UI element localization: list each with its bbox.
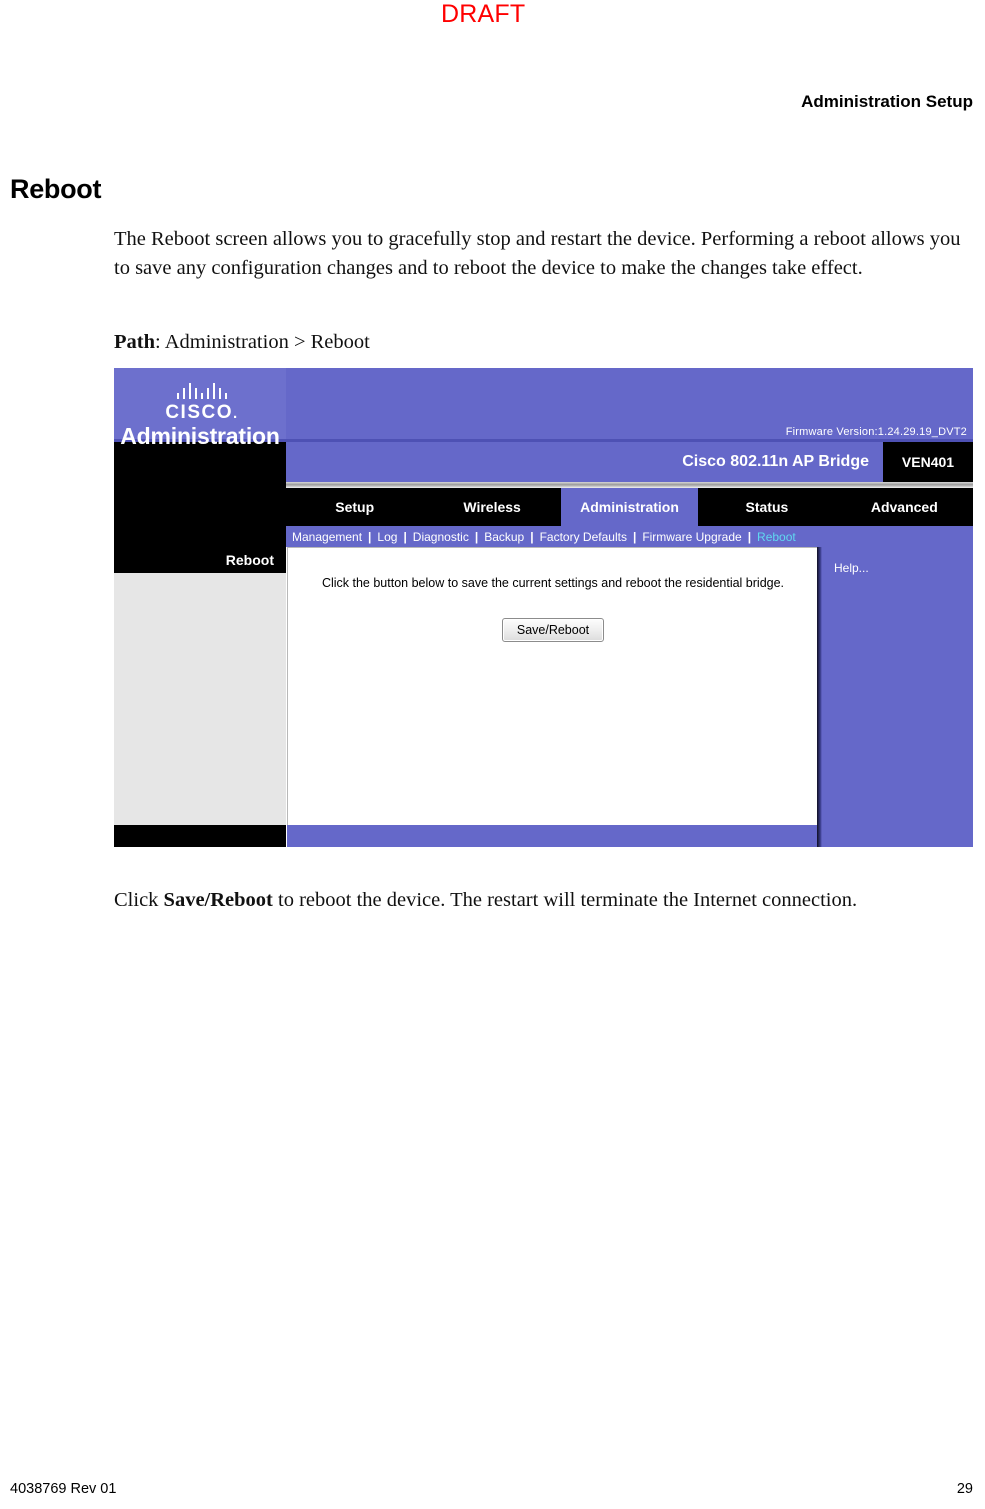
subnav-separator: | <box>747 529 752 544</box>
path-line: Path: Administration > Reboot <box>114 328 980 357</box>
subnav-separator: | <box>474 529 479 544</box>
tab-wireless[interactable]: Wireless <box>423 488 561 526</box>
post-image-paragraph: Click Save/Reboot to reboot the device. … <box>114 886 980 915</box>
ui-content-pane: Click the button below to save the curre… <box>287 547 818 825</box>
subnav-item-diagnostic[interactable]: Diagnostic <box>413 530 469 544</box>
firmware-version: Firmware Version:1.24.29.19_DVT2 <box>785 426 967 438</box>
running-head: Administration Setup <box>801 92 973 111</box>
subnav-separator: | <box>530 529 534 544</box>
model-strip: Cisco 802.11n AP Bridge VEN401 <box>286 442 973 482</box>
subnav-list: Management | Log | Diagnostic | Backup | Factory… <box>286 526 973 547</box>
ui-tab-bar: Setup Wireless Administration Status Advance… <box>114 488 973 526</box>
subnav-item-log[interactable]: Log <box>377 530 397 544</box>
subnav-separator: | <box>632 529 637 544</box>
tab-list: Setup Wireless Administration Status Advance… <box>286 488 973 526</box>
tab-status[interactable]: Status <box>698 488 836 526</box>
router-ui-screenshot: CISCO. Firmware Version:1.24.29.19_DVT2 … <box>114 368 973 871</box>
draft-watermark: DRAFT <box>441 0 526 28</box>
ui-body: Reboot Click the button below to save th… <box>114 547 973 847</box>
subnav-separator: | <box>368 529 372 544</box>
cisco-wordmark-text: CISCO <box>165 402 233 423</box>
subnav-item-management[interactable]: Management <box>292 530 362 544</box>
content-bottom-bar <box>287 825 818 847</box>
subnav-item-factory-defaults[interactable]: Factory Defaults <box>540 530 627 544</box>
ui-help-pane: Help... <box>822 547 973 847</box>
footer-page-number: 29 <box>956 1481 973 1497</box>
save-reboot-button-wrap: Save/Reboot <box>288 618 818 642</box>
reboot-instruction-text: Click the button below to save the curre… <box>321 576 785 590</box>
cisco-wordmark: CISCO. <box>152 402 252 424</box>
cisco-logo: CISCO. <box>152 382 252 424</box>
tab-administration[interactable]: Administration <box>560 488 699 526</box>
subnav-item-reboot[interactable]: Reboot <box>757 530 796 544</box>
sidebar-heading: Reboot <box>114 547 286 573</box>
cisco-wordmark-dot: . <box>233 405 239 422</box>
subnav-item-backup[interactable]: Backup <box>484 530 524 544</box>
post-image-lead: Click <box>114 889 164 911</box>
page-title: Reboot <box>10 174 102 204</box>
device-model-code: VEN401 <box>883 442 973 482</box>
help-link[interactable]: Help... <box>834 561 973 575</box>
intro-paragraph: The Reboot screen allows you to graceful… <box>114 228 961 279</box>
subnav-separator: | <box>403 529 407 544</box>
save-reboot-button[interactable]: Save/Reboot <box>501 618 605 642</box>
subnav-left-fill <box>114 526 286 547</box>
tab-advanced[interactable]: Advanced <box>835 488 973 526</box>
footer-doc-id: 4038769 Rev 01 <box>10 1481 117 1497</box>
ui-subnav-bar: Management | Log | Diagnostic | Backup | Factory… <box>114 526 973 551</box>
ui-sidebar: Reboot <box>114 547 286 825</box>
tab-setup[interactable]: Setup <box>286 488 424 526</box>
cisco-bridge-bars-icon <box>152 382 252 399</box>
path-value: : Administration > Reboot <box>155 331 370 353</box>
post-image-rest: to reboot the device. The restart will t… <box>272 889 858 911</box>
path-label: Path <box>114 331 155 353</box>
device-model-name: Cisco 802.11n AP Bridge <box>286 442 883 482</box>
sidebar-footer <box>114 825 286 847</box>
subnav-item-firmware-upgrade[interactable]: Firmware Upgrade <box>642 530 741 544</box>
tab-bar-left-fill <box>114 488 286 526</box>
post-image-bold: Save/Reboot <box>163 889 273 911</box>
ui-section-title: Administration <box>120 423 280 449</box>
